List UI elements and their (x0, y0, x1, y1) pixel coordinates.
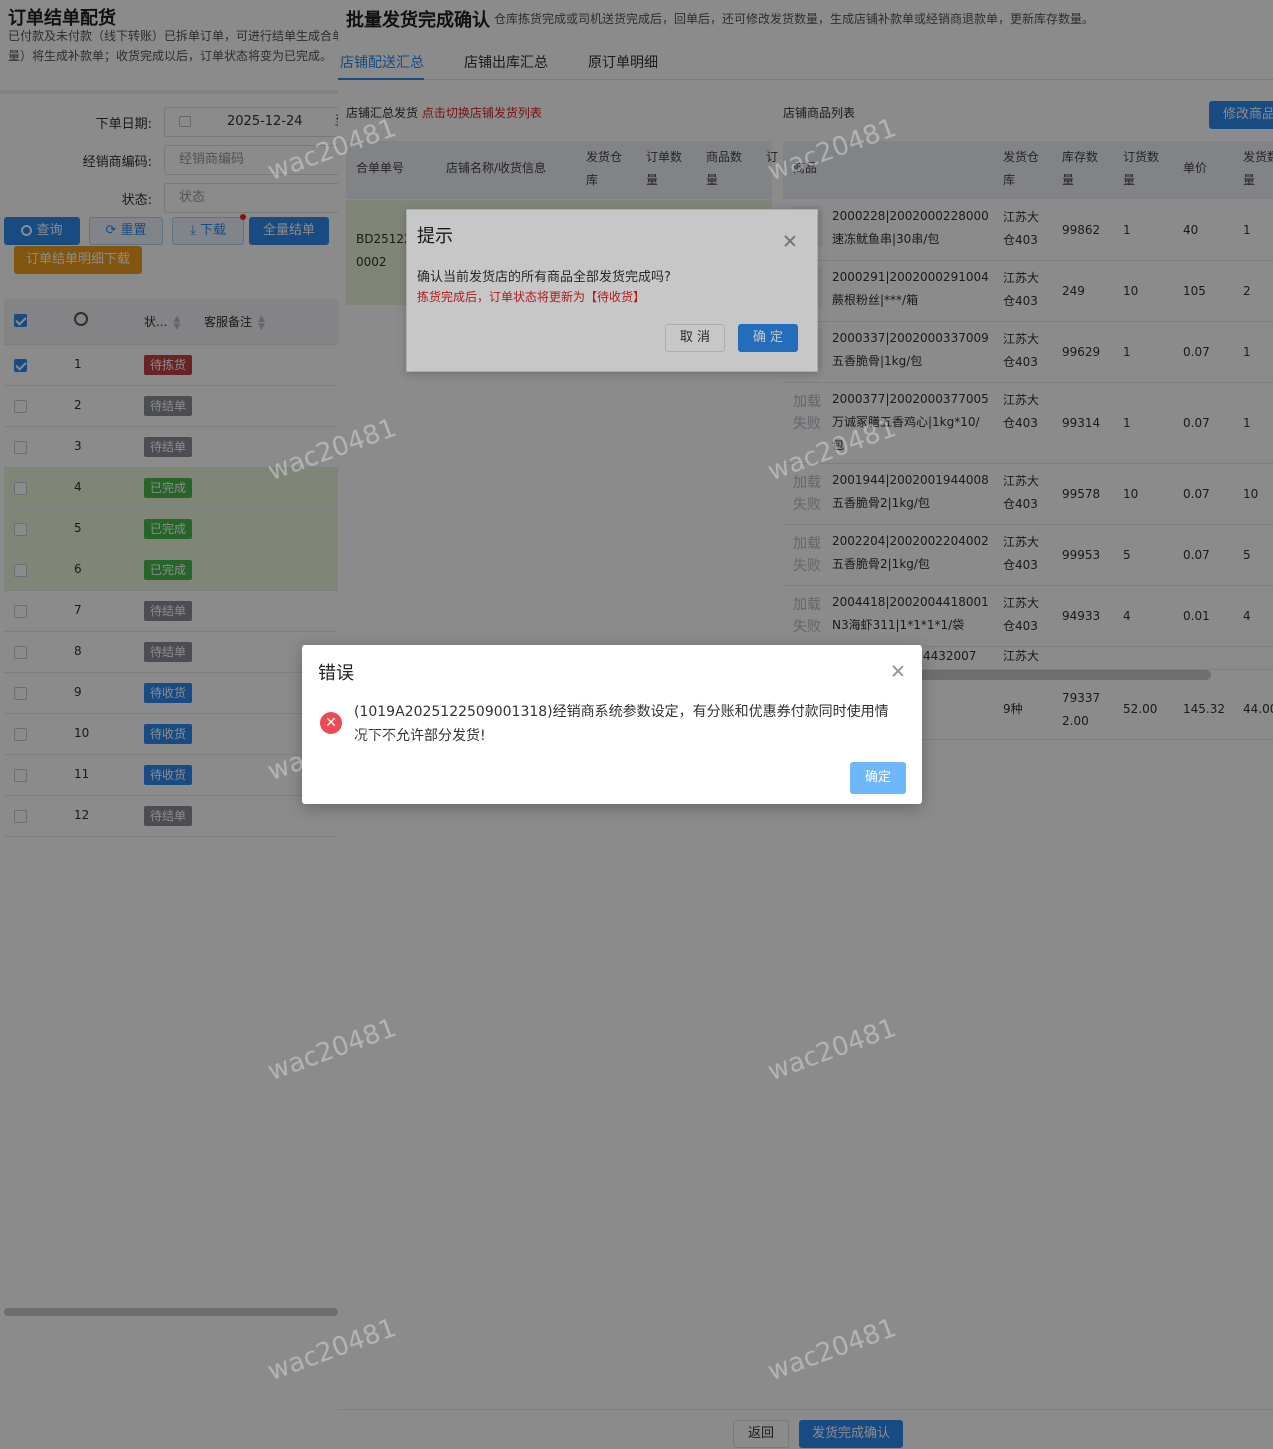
close-icon[interactable] (892, 665, 904, 677)
error-message: (1019A2025122509001318)经销商系统参数设定，有分账和优惠券… (354, 704, 889, 744)
error-ok-button[interactable]: 确定 (850, 762, 906, 794)
error-icon: ✕ (320, 712, 342, 734)
error-dialog: 错误 ✕ (1019A2025122509001318)经销商系统参数设定，有分… (302, 645, 922, 804)
error-dialog-title: 错误 (318, 663, 354, 684)
